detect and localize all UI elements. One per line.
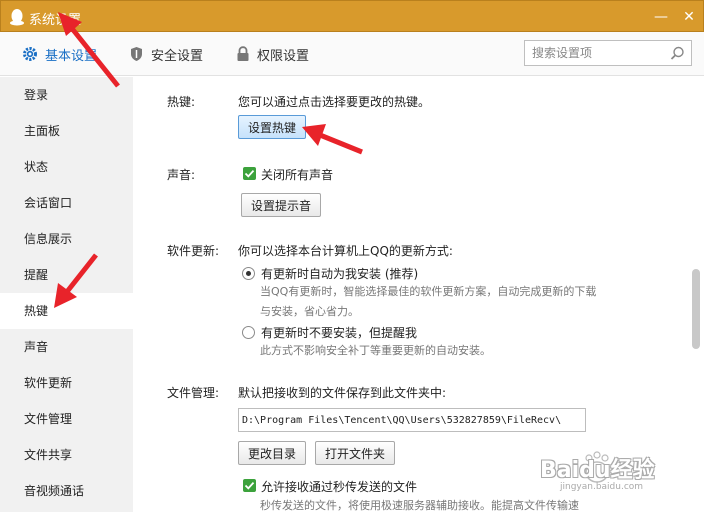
toolbar: 基本设置 安全设置 权限设置 [0,32,704,76]
auto-install-radio[interactable] [242,267,255,280]
update-description: 你可以选择本台计算机上QQ的更新方式: [238,244,453,258]
instant-transfer-desc: 秒传发送的文件，将使用极速服务器辅助接收。能提高文件传输速 [260,499,579,512]
allow-instant-transfer-label: 允许接收通过秒传发送的文件 [261,480,418,494]
set-notification-sound-button[interactable]: 设置提示音 [241,193,322,217]
sidebar-item-login[interactable]: 登录 [0,77,133,113]
notify-only-label: 有更新时不要安装，但提醒我 [261,326,418,340]
watermark-url: jingyan.baidu.com [560,482,644,492]
tab-basic-settings[interactable]: 基本设置 [22,44,97,64]
notify-only-radio[interactable] [242,326,255,339]
auto-install-label: 有更新时自动为我安装 (推荐) [261,267,419,281]
open-folder-button[interactable]: 打开文件夹 [315,441,396,465]
download-folder-path-input[interactable] [238,408,586,432]
sidebar-item-file-sharing[interactable]: 文件共享 [0,437,133,473]
search-icon[interactable] [670,46,685,61]
allow-instant-transfer-checkbox[interactable] [243,479,256,492]
watermark-text: Baidu经验 [540,458,655,483]
minimize-button[interactable]: — [653,9,669,25]
mute-all-sounds-label: 关闭所有声音 [261,168,334,182]
sidebar-item-av-call[interactable]: 音视频通话 [0,473,133,509]
sidebar-item-reminders[interactable]: 提醒 [0,257,133,293]
shield-icon [131,47,142,61]
scrollbar-thumb[interactable] [692,269,700,349]
update-section-label: 软件更新: [167,244,220,258]
gear-icon [23,47,37,61]
lock-icon [237,46,249,61]
tab-permission-settings[interactable]: 权限设置 [236,44,309,64]
tab-label: 权限设置 [257,48,310,64]
tab-security-settings[interactable]: 安全设置 [129,44,203,64]
change-directory-button[interactable]: 更改目录 [238,441,307,465]
mute-all-sounds-checkbox[interactable] [243,167,256,180]
file-save-description: 默认把接收到的文件保存到此文件夹中: [238,386,447,400]
tab-label: 安全设置 [151,48,204,64]
sidebar-item-status[interactable]: 状态 [0,149,133,185]
title-bar: 系统设置 — ✕ [0,0,704,32]
search-input[interactable] [525,41,665,65]
sound-section-label: 声音: [167,168,196,182]
set-hotkey-button[interactable]: 设置热键 [238,115,307,139]
hotkey-description: 您可以通过点击选择要更改的热键。 [238,95,431,109]
vertical-scrollbar[interactable] [688,77,704,512]
window-title: 系统设置 [29,13,82,28]
hotkey-section-label: 热键: [167,95,196,109]
sidebar-item-file-management[interactable]: 文件管理 [0,401,133,437]
sidebar-item-chat-window[interactable]: 会话窗口 [0,185,133,221]
sidebar-item-sound[interactable]: 声音 [0,329,133,365]
sidebar-item-info-display[interactable]: 信息展示 [0,221,133,257]
tab-label: 基本设置 [45,48,98,64]
auto-install-desc-line-2: 与安装，省心省力。 [260,305,359,318]
sidebar-item-hotkeys[interactable]: 热键 [0,293,133,329]
check-icon [244,481,255,490]
sidebar-item-software-update[interactable]: 软件更新 [0,365,133,401]
settings-content: 热键: 您可以通过点击选择要更改的热键。 设置热键 声音: 关闭所有声音 设置提… [133,77,688,512]
qq-penguin-icon [10,9,24,26]
check-icon [244,169,255,178]
sidebar: 登录 主面板 状态 会话窗口 信息展示 提醒 热键 声音 软件更新 文件管理 文… [0,77,133,512]
notify-only-desc: 此方式不影响安全补丁等重要更新的自动安装。 [260,344,491,357]
search-box [524,40,692,66]
close-button[interactable]: ✕ [681,9,697,25]
file-management-section-label: 文件管理: [167,386,220,400]
sidebar-item-main-panel[interactable]: 主面板 [0,113,133,149]
auto-install-desc-line-1: 当QQ有更新时，智能选择最佳的软件更新方案，自动完成更新的下载 [260,285,597,298]
